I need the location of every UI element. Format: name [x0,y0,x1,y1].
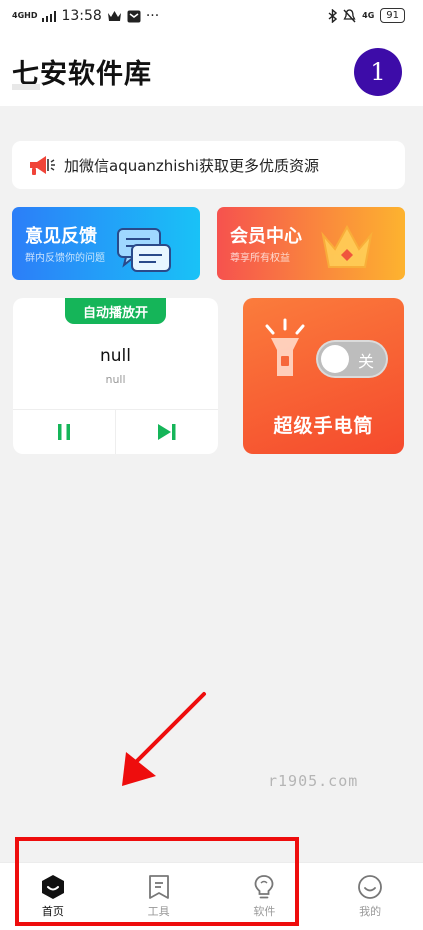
skip-next-icon [158,424,176,440]
megaphone-icon [30,156,55,175]
crown-icon [321,224,373,268]
tab-mine-label: 我的 [359,905,382,918]
tab-home-label: 首页 [41,905,64,918]
avatar[interactable]: 1 [354,48,402,96]
switch-knob [321,345,349,373]
flashlight-icon [265,318,305,376]
song-title: null [100,346,131,366]
pause-button[interactable] [13,410,115,454]
bottom-nav: 首页 工具 软件 我的 [0,862,423,930]
mute-bell-icon [343,8,356,22]
chat-bubbles-icon [117,228,171,272]
feedback-subtitle: 群内反馈你的问题 [25,253,105,264]
autoplay-toggle[interactable]: 自动播放开 [65,298,166,324]
network-indicator-right: 4G [362,10,375,20]
tab-tools[interactable]: 工具 [106,863,212,930]
home-icon [41,875,64,899]
annotation-arrow-icon [122,692,206,786]
flashlight-title: 超级手电筒 [273,415,374,437]
app-header: 七安软件库 1 [0,34,423,106]
tab-software[interactable]: 软件 [212,863,318,930]
message-icon [127,10,141,22]
clock: 13:58 [61,8,102,24]
feedback-card[interactable]: 意见反馈 群内反馈你的问题 [12,207,200,280]
bookmark-icon [148,875,169,899]
status-bar: 4GHD 13:58 ··· 4G 91 [0,0,423,34]
vip-card[interactable]: 会员中心 尊享所有权益 [217,207,405,280]
music-player: 自动播放开 null null [13,298,218,454]
tab-software-label: 软件 [253,905,276,918]
tab-mine[interactable]: 我的 [317,863,423,930]
title-underline [12,84,40,90]
status-right: 4G 91 [328,8,405,23]
tab-home[interactable]: 首页 [0,863,106,930]
song-artist: null [105,373,126,386]
flashlight-switch[interactable]: 关 [316,340,388,378]
next-button[interactable] [115,410,218,454]
watermark: r1905.com [268,772,359,790]
feedback-title: 意见反馈 [25,226,97,247]
status-left: 4GHD 13:58 ··· [12,8,159,24]
notice-text: 加微信aquanzhishi获取更多优质资源 [64,156,319,175]
battery-indicator: 91 [380,8,405,23]
notice-bar[interactable]: 加微信aquanzhishi获取更多优质资源 [12,141,405,189]
more-notifications-icon: ··· [145,8,160,24]
signal-icon [42,10,57,22]
vip-subtitle: 尊享所有权益 [230,253,290,264]
bluetooth-icon [328,8,338,23]
lightbulb-icon [254,875,274,899]
switch-label: 关 [358,352,375,371]
flashlight-card[interactable]: 关 超级手电筒 [243,298,404,454]
network-indicator: 4GHD [12,11,38,20]
pause-icon [58,424,70,440]
vip-title: 会员中心 [230,226,302,247]
smiley-icon [358,875,383,899]
crown-small-icon [107,11,121,21]
tab-tools-label: 工具 [147,905,170,918]
player-controls [13,409,218,454]
